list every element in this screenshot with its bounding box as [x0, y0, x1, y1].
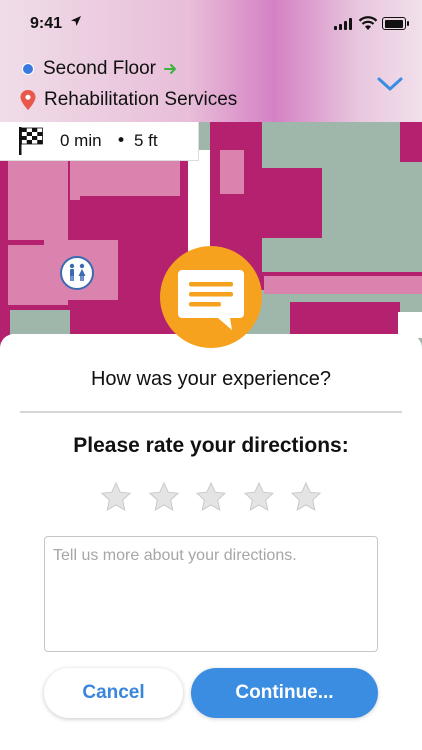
experience-question: How was your experience? — [90, 368, 332, 390]
star-icon[interactable] — [290, 481, 322, 513]
rate-prompt: Please rate your directions: — [73, 434, 349, 457]
destination-pin-icon — [20, 90, 36, 110]
comment-input[interactable] — [44, 536, 378, 652]
cancel-button[interactable]: Cancel — [44, 668, 183, 718]
destination-row[interactable]: Rehabilitation Services — [20, 89, 237, 111]
star-rating[interactable] — [100, 481, 322, 513]
map-area — [262, 168, 322, 238]
restroom-marker[interactable] — [60, 256, 94, 290]
chat-bubble-icon — [178, 270, 244, 330]
eta-separator: • — [116, 131, 127, 151]
signal-icon — [334, 18, 354, 30]
map-area — [70, 160, 180, 200]
destination-label: Rehabilitation Services — [44, 89, 238, 110]
wifi-icon — [358, 16, 378, 30]
status-bar: 9:41 — [0, 0, 422, 44]
floor-row[interactable]: Second Floor — [20, 58, 178, 80]
battery-icon — [382, 17, 409, 30]
eta-panel: 0 min • 5 ft — [0, 122, 199, 161]
eta-time: 0 min — [60, 131, 102, 150]
map-area — [290, 302, 400, 336]
star-icon[interactable] — [243, 481, 275, 513]
map-area — [8, 160, 68, 240]
checkered-flag-icon — [19, 127, 43, 155]
map-area — [264, 276, 422, 294]
star-icon[interactable] — [100, 481, 132, 513]
restroom-icon — [69, 263, 86, 281]
eta-distance: 5 ft — [134, 131, 158, 150]
floor-dot-icon — [22, 63, 34, 75]
chevron-down-icon[interactable] — [376, 74, 404, 94]
route-header: 9:41 Second Floor Rehabilitation Service… — [0, 0, 422, 122]
location-arrow-icon — [71, 16, 81, 26]
star-icon[interactable] — [195, 481, 227, 513]
divider — [20, 411, 402, 413]
map-area — [400, 122, 422, 162]
continue-button[interactable]: Continue... — [191, 668, 378, 718]
feedback-badge — [160, 246, 262, 348]
floor-label: Second Floor — [43, 58, 157, 79]
status-time: 9:41 — [30, 15, 63, 32]
green-arrow-icon — [164, 64, 177, 74]
map-area — [220, 150, 244, 194]
star-icon[interactable] — [148, 481, 180, 513]
